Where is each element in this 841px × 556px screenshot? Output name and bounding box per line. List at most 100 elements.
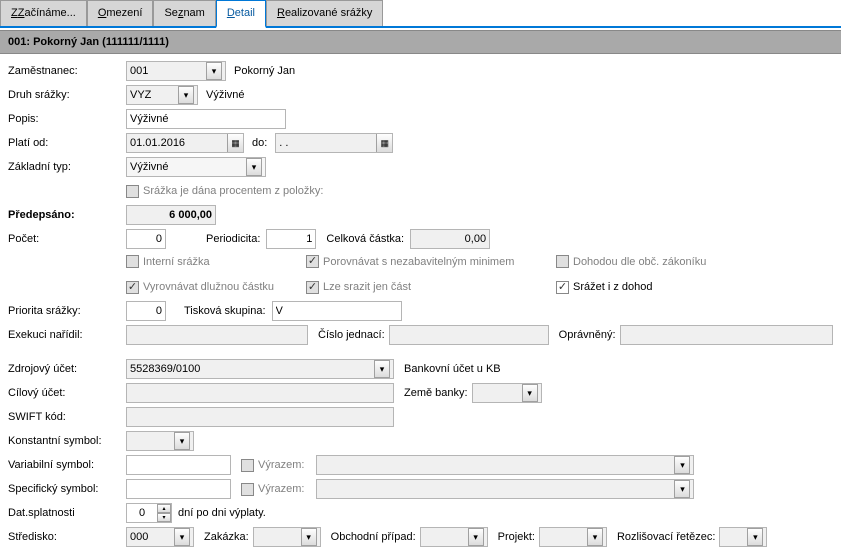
zakladni-combo[interactable]: Výživné ▾ — [126, 157, 266, 177]
priorita-input[interactable] — [126, 301, 166, 321]
check-srazka-procentem[interactable]: Srážka je dána procentem z položky: — [126, 185, 323, 198]
label-cislojed: Číslo jednací: — [318, 329, 385, 341]
chevron-down-icon[interactable]: ▾ — [468, 528, 484, 546]
checkbox-icon: ✓ — [306, 255, 319, 268]
tab-label: Začínáme... — [18, 7, 76, 19]
periodicita-input[interactable] — [266, 229, 316, 249]
checkbox-icon — [241, 483, 254, 496]
zdrojovy-combo[interactable]: 5528369/0100 ▾ — [126, 359, 394, 379]
label-zamestnanec: Zaměstnanec: — [8, 65, 126, 77]
check-vyraz-spec[interactable]: Výrazem: — [241, 483, 304, 496]
label-konst: Konstantní symbol: — [8, 435, 126, 447]
label-cilovy: Cílový účet: — [8, 387, 126, 399]
druh-name: Výživné — [206, 89, 245, 101]
cislojed-input[interactable] — [389, 325, 549, 345]
label-celkova: Celková částka: — [326, 233, 404, 245]
chevron-down-icon[interactable]: ▾ — [374, 360, 390, 378]
label-zakazka: Zakázka: — [204, 531, 249, 543]
check-vyraz-var[interactable]: Výrazem: — [241, 459, 304, 472]
druh-combo[interactable]: VYZ ▾ — [126, 85, 198, 105]
obchpripad-combo[interactable]: ▾ — [420, 527, 488, 547]
tab-realizovane[interactable]: Realizované srážky — [266, 0, 383, 26]
label-zakladni: Základní typ: — [8, 161, 126, 173]
chevron-down-icon[interactable]: ▾ — [178, 86, 194, 104]
label-datspl: Dat.splatnosti — [8, 507, 126, 519]
platiod-date[interactable]: 01.01.2016 ▦ — [126, 133, 244, 153]
check-dohodou[interactable]: Dohodou dle obč. zákoníku — [556, 255, 706, 268]
chevron-down-icon[interactable]: ▾ — [522, 384, 538, 402]
check-interni[interactable]: Interní srážka — [126, 255, 210, 268]
checkbox-icon — [126, 255, 139, 268]
zamestnanec-name: Pokorný Jan — [234, 65, 295, 77]
chevron-down-icon[interactable]: ▾ — [174, 432, 190, 450]
spin-up-icon[interactable]: ▴ — [157, 504, 171, 513]
tiskova-input[interactable] — [272, 301, 402, 321]
celkova-value — [410, 229, 490, 249]
calendar-icon[interactable]: ▦ — [376, 134, 392, 152]
label-platiod: Platí od: — [8, 137, 126, 149]
zemebanky-combo[interactable]: ▾ — [472, 383, 542, 403]
label-zemebanky: Země banky: — [404, 387, 468, 399]
tab-detail[interactable]: Detail — [216, 0, 266, 28]
chevron-down-icon[interactable]: ▾ — [674, 456, 690, 474]
opravneny-input[interactable] — [620, 325, 833, 345]
label-opravneny: Oprávněný: — [559, 329, 616, 341]
label-rozlis: Rozlišovací řetězec: — [617, 531, 715, 543]
label-pocet: Počet: — [8, 233, 126, 245]
projekt-combo[interactable]: ▾ — [539, 527, 607, 547]
pocet-input[interactable] — [126, 229, 166, 249]
chevron-down-icon[interactable]: ▾ — [174, 528, 190, 546]
tab-zaciname[interactable]: ZZačínáme... — [0, 0, 87, 26]
zakazka-combo[interactable]: ▾ — [253, 527, 321, 547]
chevron-down-icon[interactable]: ▾ — [246, 158, 262, 176]
swift-input[interactable] — [126, 407, 394, 427]
popis-input[interactable] — [126, 109, 286, 129]
label-specsym: Specifický symbol: — [8, 483, 126, 495]
check-srazet[interactable]: ✓Srážet i z dohod — [556, 281, 653, 294]
label-projekt: Projekt: — [498, 531, 535, 543]
label-exekuci: Exekuci nařídil: — [8, 329, 126, 341]
chevron-down-icon[interactable]: ▾ — [301, 528, 317, 546]
label-swift: SWIFT kód: — [8, 411, 126, 423]
varsym-input[interactable] — [126, 455, 231, 475]
cilovy-input[interactable] — [126, 383, 394, 403]
varsym-vyraz-combo[interactable]: ▾ — [316, 455, 694, 475]
calendar-icon[interactable]: ▦ — [227, 134, 243, 152]
check-porovnavat[interactable]: ✓Porovnávat s nezabavitelným minimem — [306, 255, 514, 268]
specsym-input[interactable] — [126, 479, 231, 499]
bankkb-label: Bankovní účet u KB — [404, 363, 501, 375]
tab-seznam[interactable]: Seznam — [153, 0, 215, 26]
label-popis: Popis: — [8, 113, 126, 125]
konst-combo[interactable]: ▾ — [126, 431, 194, 451]
label-stredisko: Středisko: — [8, 531, 126, 543]
zamestnanec-combo[interactable]: 001 ▾ — [126, 61, 226, 81]
specsym-vyraz-combo[interactable]: ▾ — [316, 479, 694, 499]
panel-header: 001: Pokorný Jan (111111/1111) — [0, 30, 841, 54]
stredisko-combo[interactable]: 000 ▾ — [126, 527, 194, 547]
check-lzesrazit[interactable]: ✓Lze srazit jen část — [306, 281, 411, 294]
checkbox-icon — [241, 459, 254, 472]
label-zdrojovy: Zdrojový účet: — [8, 363, 126, 375]
chevron-down-icon[interactable]: ▾ — [587, 528, 603, 546]
checkbox-icon — [556, 255, 569, 268]
label-priorita: Priorita srážky: — [8, 305, 126, 317]
check-vyrovnavat[interactable]: ✓Vyrovnávat dlužnou částku — [126, 281, 274, 294]
label-periodicita: Periodicita: — [206, 233, 260, 245]
chevron-down-icon[interactable]: ▾ — [674, 480, 690, 498]
label-dnipo: dní po dni výplaty. — [178, 507, 266, 519]
label-druh: Druh srážky: — [8, 89, 126, 101]
spin-down-icon[interactable]: ▾ — [157, 513, 171, 522]
exekuci-input[interactable] — [126, 325, 308, 345]
tab-omezeni[interactable]: Omezení — [87, 0, 154, 26]
label-predepsano: Předepsáno: — [8, 209, 126, 221]
chevron-down-icon[interactable]: ▾ — [747, 528, 763, 546]
label-tiskova: Tisková skupina: — [184, 305, 266, 317]
do-date[interactable]: . . ▦ — [275, 133, 393, 153]
rozlis-combo[interactable]: ▾ — [719, 527, 767, 547]
label-varsym: Variabilní symbol: — [8, 459, 126, 471]
checkbox-icon — [126, 185, 139, 198]
checkbox-icon: ✓ — [556, 281, 569, 294]
chevron-down-icon[interactable]: ▾ — [206, 62, 222, 80]
label-obchpripad: Obchodní případ: — [331, 531, 416, 543]
datspl-spinner[interactable]: ▴ ▾ — [126, 503, 172, 523]
